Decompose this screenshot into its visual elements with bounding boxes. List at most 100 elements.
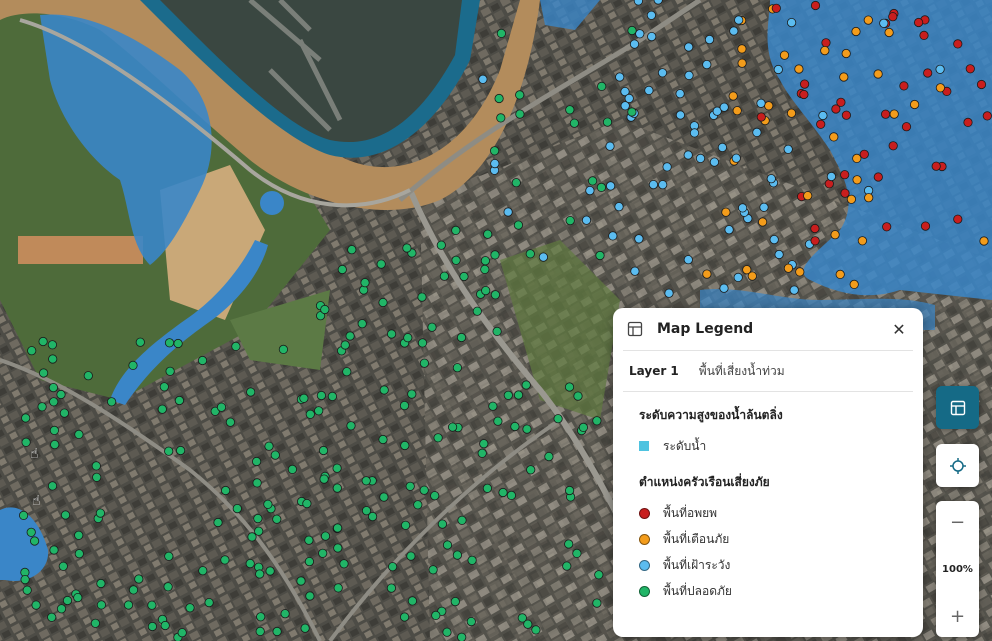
- household-marker[interactable]: [399, 400, 410, 411]
- household-marker[interactable]: [37, 402, 47, 412]
- household-marker[interactable]: [339, 559, 349, 569]
- household-marker[interactable]: [263, 499, 273, 509]
- household-marker[interactable]: [337, 264, 347, 275]
- household-marker[interactable]: [433, 433, 443, 443]
- household-marker[interactable]: [572, 548, 582, 559]
- household-marker[interactable]: [319, 474, 329, 484]
- household-marker[interactable]: [573, 391, 583, 401]
- household-marker[interactable]: [478, 74, 488, 84]
- household-marker[interactable]: [935, 64, 945, 74]
- household-marker[interactable]: [221, 485, 231, 496]
- household-marker[interactable]: [26, 527, 36, 537]
- household-marker[interactable]: [564, 485, 575, 496]
- household-marker[interactable]: [220, 555, 230, 565]
- household-marker[interactable]: [90, 618, 101, 628]
- household-marker[interactable]: [830, 230, 840, 240]
- household-marker[interactable]: [644, 85, 654, 96]
- household-marker[interactable]: [627, 25, 637, 36]
- household-marker[interactable]: [786, 108, 797, 118]
- household-marker[interactable]: [595, 250, 605, 261]
- household-marker[interactable]: [480, 256, 490, 266]
- household-marker[interactable]: [795, 267, 805, 277]
- household-marker[interactable]: [664, 288, 674, 298]
- household-marker[interactable]: [605, 141, 615, 151]
- household-marker[interactable]: [407, 389, 417, 399]
- household-marker[interactable]: [436, 240, 446, 250]
- household-marker[interactable]: [826, 171, 837, 182]
- household-marker[interactable]: [492, 326, 502, 336]
- household-marker[interactable]: [596, 182, 607, 192]
- zoom-in-button[interactable]: +: [936, 595, 979, 637]
- household-marker[interactable]: [62, 595, 73, 606]
- household-marker[interactable]: [91, 461, 101, 471]
- household-marker[interactable]: [379, 492, 389, 502]
- household-marker[interactable]: [452, 363, 462, 373]
- household-marker[interactable]: [774, 249, 784, 260]
- household-marker[interactable]: [430, 491, 440, 501]
- household-marker[interactable]: [779, 50, 790, 60]
- household-marker[interactable]: [864, 193, 874, 203]
- household-marker[interactable]: [38, 368, 49, 378]
- household-marker[interactable]: [982, 111, 992, 121]
- household-marker[interactable]: [515, 90, 525, 100]
- household-marker[interactable]: [400, 520, 411, 530]
- household-marker[interactable]: [976, 79, 987, 90]
- household-marker[interactable]: [562, 561, 572, 571]
- household-marker[interactable]: [56, 604, 67, 614]
- household-marker[interactable]: [157, 404, 167, 414]
- household-marker[interactable]: [417, 338, 428, 348]
- household-marker[interactable]: [919, 30, 929, 41]
- household-marker[interactable]: [320, 531, 331, 541]
- household-marker[interactable]: [342, 367, 352, 377]
- household-marker[interactable]: [450, 596, 460, 607]
- household-marker[interactable]: [852, 175, 862, 185]
- household-marker[interactable]: [332, 463, 342, 473]
- household-marker[interactable]: [451, 255, 461, 265]
- household-marker[interactable]: [246, 387, 256, 397]
- household-marker[interactable]: [387, 562, 398, 572]
- household-marker[interactable]: [467, 555, 477, 565]
- household-marker[interactable]: [442, 540, 453, 550]
- household-marker[interactable]: [794, 64, 804, 74]
- household-marker[interactable]: [305, 591, 315, 601]
- household-marker[interactable]: [684, 42, 694, 52]
- household-marker[interactable]: [597, 81, 607, 92]
- household-marker[interactable]: [526, 465, 536, 475]
- household-marker[interactable]: [724, 225, 734, 235]
- household-marker[interactable]: [198, 566, 208, 576]
- household-marker[interactable]: [564, 539, 574, 549]
- household-marker[interactable]: [737, 58, 747, 68]
- household-marker[interactable]: [405, 481, 415, 491]
- household-marker[interactable]: [213, 517, 223, 528]
- legend-toggle-button[interactable]: [936, 386, 979, 429]
- household-marker[interactable]: [884, 27, 894, 38]
- household-marker[interactable]: [304, 535, 314, 545]
- household-marker[interactable]: [658, 180, 668, 190]
- household-marker[interactable]: [702, 269, 712, 279]
- household-marker[interactable]: [614, 202, 624, 212]
- household-marker[interactable]: [318, 548, 328, 558]
- household-marker[interactable]: [428, 565, 438, 575]
- household-marker[interactable]: [29, 536, 40, 546]
- household-marker[interactable]: [888, 141, 898, 151]
- household-marker[interactable]: [318, 445, 329, 456]
- household-marker[interactable]: [255, 569, 265, 579]
- household-marker[interactable]: [879, 18, 889, 28]
- household-marker[interactable]: [675, 110, 686, 120]
- household-marker[interactable]: [498, 487, 508, 498]
- household-marker[interactable]: [431, 610, 441, 621]
- household-marker[interactable]: [21, 413, 31, 423]
- household-marker[interactable]: [662, 162, 672, 172]
- household-marker[interactable]: [459, 271, 469, 282]
- household-marker[interactable]: [888, 12, 898, 22]
- household-marker[interactable]: [300, 623, 310, 633]
- household-marker[interactable]: [635, 29, 645, 39]
- household-marker[interactable]: [272, 626, 282, 637]
- household-marker[interactable]: [47, 612, 57, 622]
- household-marker[interactable]: [731, 153, 741, 163]
- household-marker[interactable]: [254, 526, 264, 536]
- household-marker[interactable]: [605, 181, 616, 191]
- household-marker[interactable]: [849, 279, 859, 289]
- household-marker[interactable]: [517, 613, 527, 623]
- household-marker[interactable]: [525, 249, 535, 259]
